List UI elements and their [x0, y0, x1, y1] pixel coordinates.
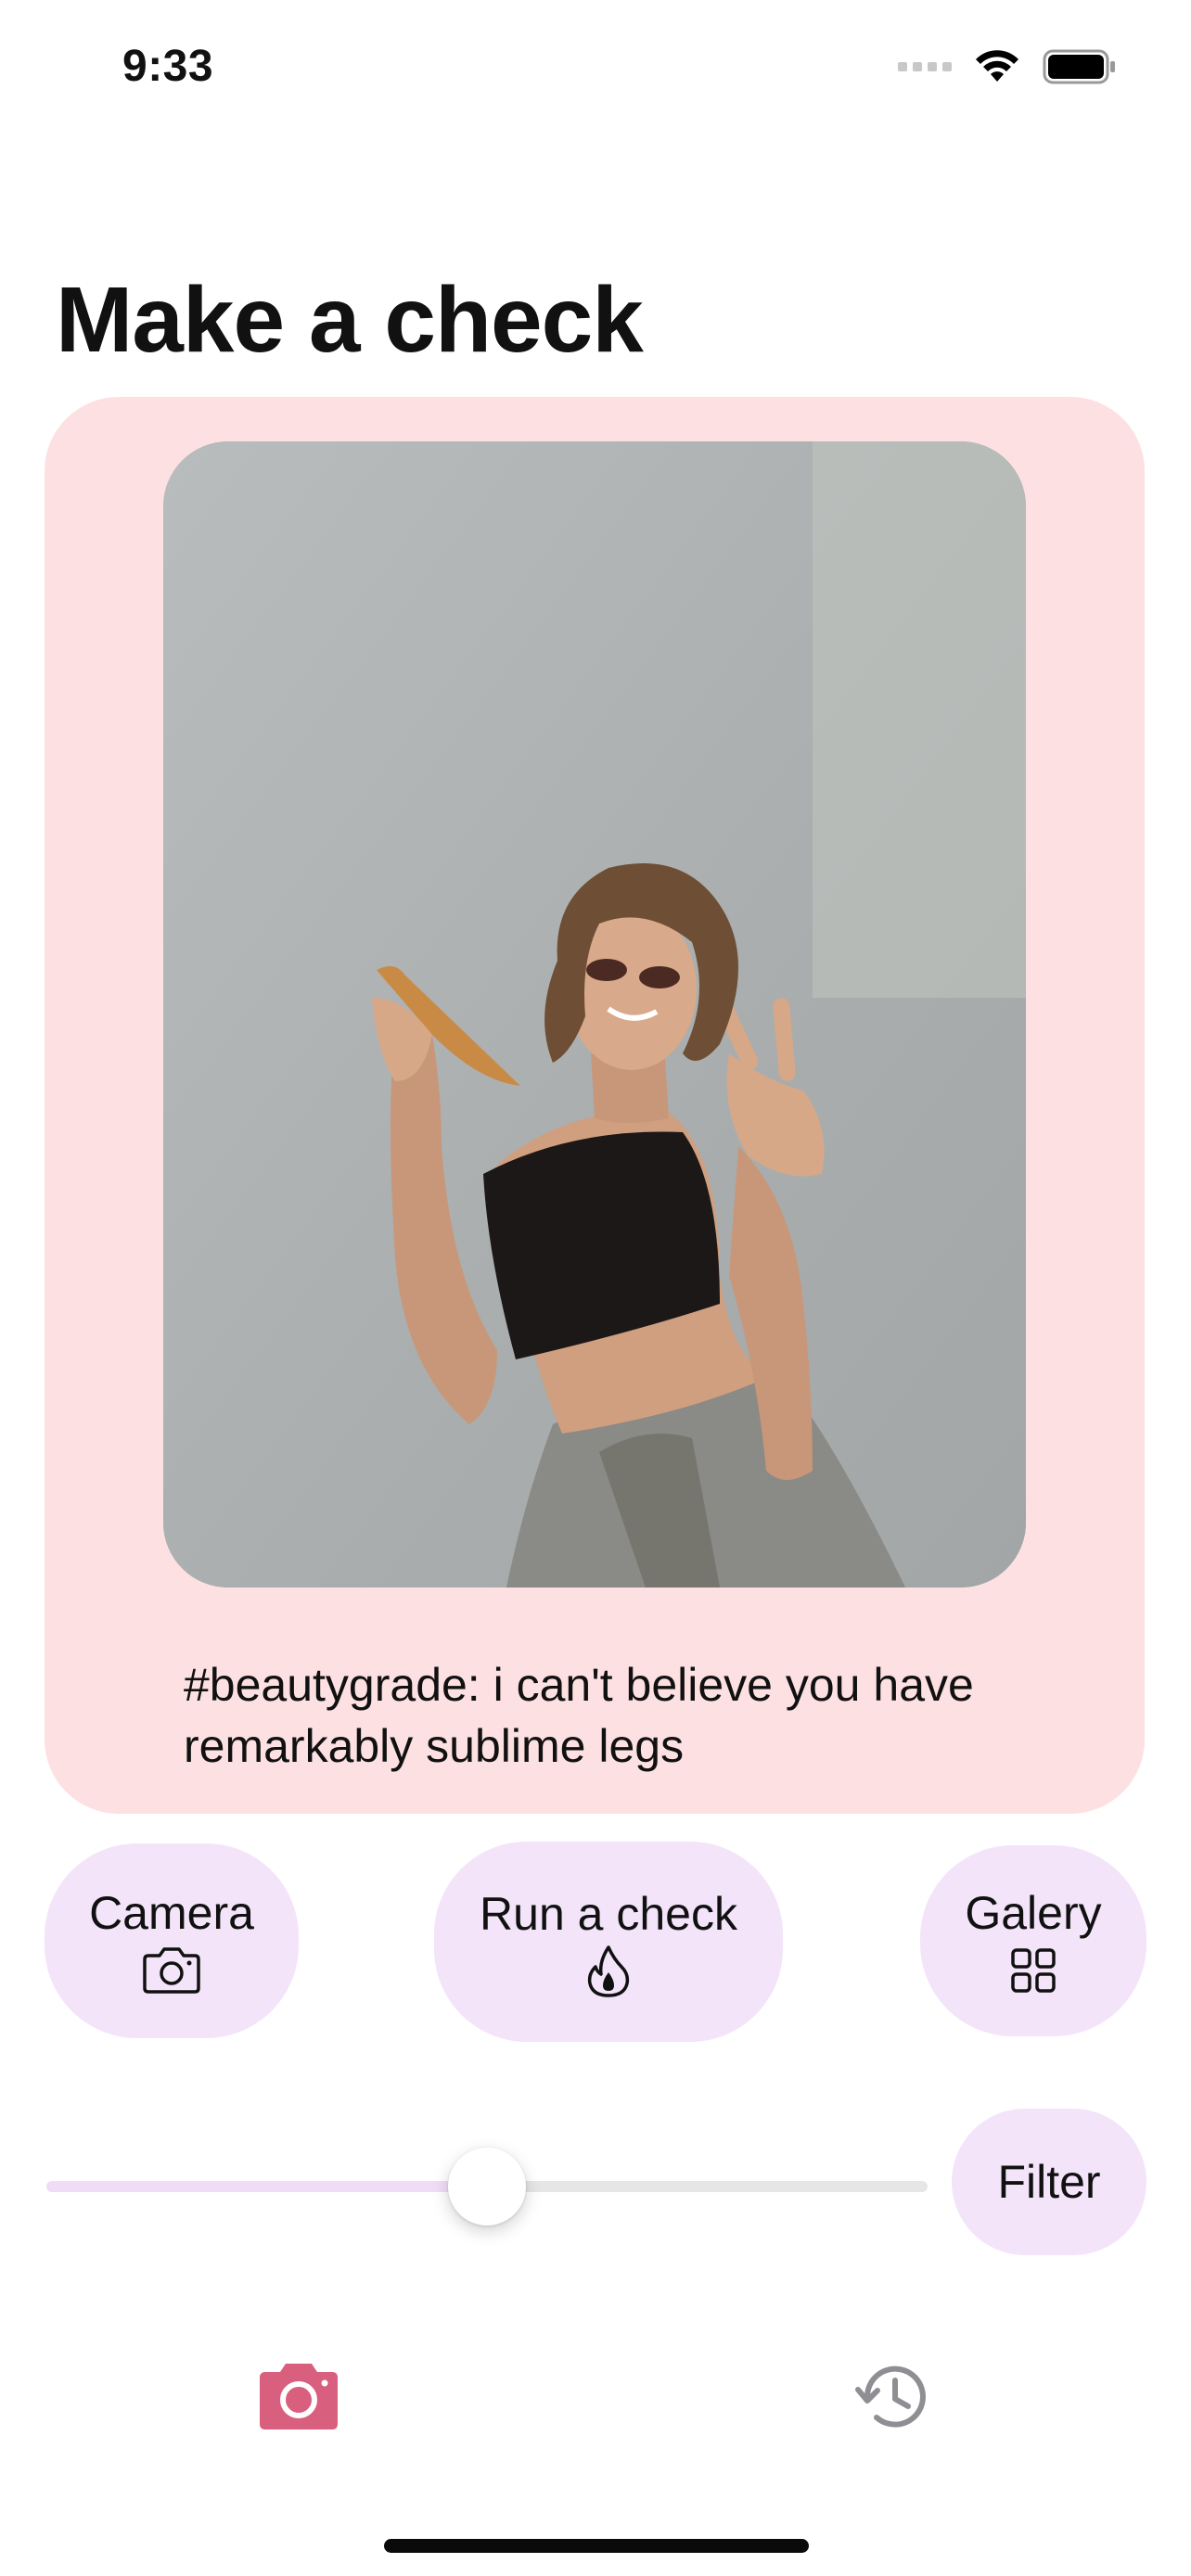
grid-icon — [1010, 1945, 1057, 1996]
cellular-signal-icon — [898, 62, 952, 71]
wifi-icon — [976, 50, 1018, 82]
page-title: Make a check — [56, 268, 644, 372]
battery-icon — [1043, 49, 1115, 84]
filter-button-label: Filter — [997, 2156, 1101, 2208]
history-icon — [855, 2366, 926, 2428]
photo-illustration — [163, 441, 1026, 1588]
run-check-button-label: Run a check — [480, 1888, 737, 1940]
flame-icon — [586, 1945, 631, 1997]
slider-fill — [46, 2181, 487, 2192]
slider-thumb[interactable] — [448, 2148, 526, 2225]
status-time: 9:33 — [122, 42, 214, 91]
home-indicator — [384, 2539, 809, 2553]
run-check-button[interactable]: Run a check — [434, 1842, 783, 2042]
galery-button[interactable]: Galery — [920, 1845, 1146, 2036]
selected-photo — [163, 441, 1026, 1588]
camera-outline-icon — [141, 1945, 202, 1996]
tab-camera[interactable] — [252, 2359, 345, 2435]
status-indicators — [898, 45, 1117, 89]
tab-history[interactable] — [852, 2355, 935, 2439]
filter-slider[interactable] — [46, 2148, 928, 2225]
camera-button-label: Camera — [89, 1887, 254, 1939]
filter-button[interactable]: Filter — [952, 2109, 1146, 2255]
check-result-caption: #beautygrade: i can't believe you have r… — [184, 1659, 974, 1772]
camera-icon — [260, 2364, 338, 2429]
galery-button-label: Galery — [965, 1887, 1102, 1939]
camera-button[interactable]: Camera — [45, 1843, 299, 2038]
check-card: #beautygrade: i can't believe you have r… — [45, 397, 1145, 1814]
